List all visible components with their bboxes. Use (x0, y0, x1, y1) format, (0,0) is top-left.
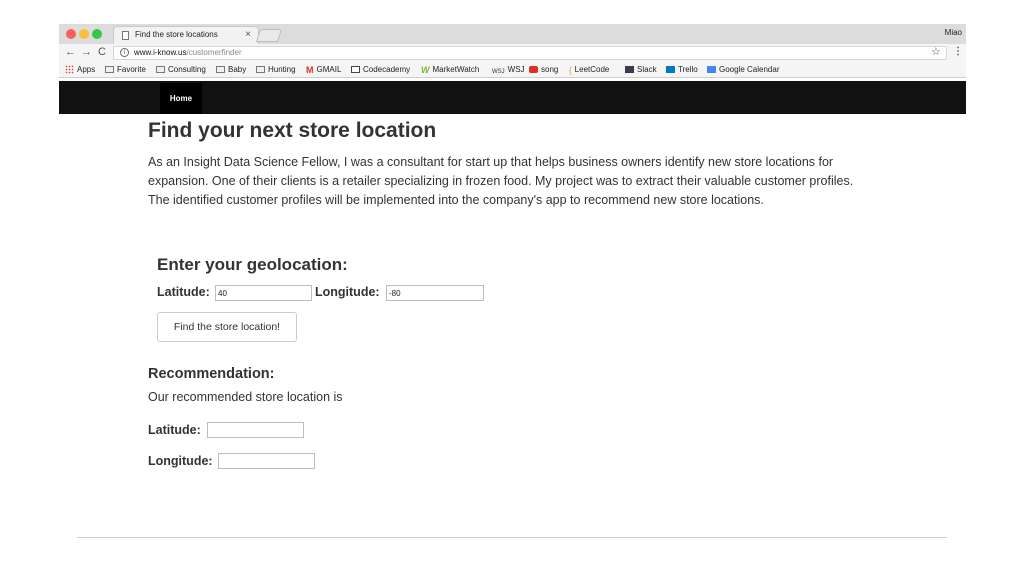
maximize-window-button[interactable] (92, 29, 102, 39)
youtube-icon (529, 66, 538, 73)
tab-title: Find the store locations (135, 30, 218, 39)
bookmark-label: Codecademy (363, 65, 411, 74)
bookmark-star-icon[interactable]: ☆ (931, 45, 941, 58)
trello-icon (666, 66, 675, 73)
bookmark-label: Favorite (117, 65, 146, 74)
new-tab-button[interactable] (255, 29, 283, 42)
web-page: Home Find your next store location As an… (59, 79, 966, 538)
window-bottom-edge (77, 537, 947, 538)
google-calendar-icon (707, 66, 716, 73)
back-arrow-icon[interactable]: ← (65, 46, 76, 59)
folder-icon (156, 66, 165, 73)
folder-icon (256, 66, 265, 73)
marketwatch-icon: W (421, 65, 430, 75)
profile-name[interactable]: Miao (945, 28, 962, 37)
nav-home-link[interactable]: Home (160, 83, 202, 114)
bookmark-label: MarketWatch (432, 65, 480, 74)
recommended-latitude-label: Latitude: (148, 423, 201, 437)
url-path: /customerfinder (186, 48, 242, 57)
address-bar-row: ← → C i www.i-know.us/customerfinder ☆ ⋮ (59, 44, 966, 62)
latitude-input[interactable] (215, 285, 312, 301)
leetcode-icon: { (569, 66, 572, 75)
bookmark-label: Trello (678, 65, 698, 74)
folder-icon (216, 66, 225, 73)
page-title: Find your next store location (148, 119, 437, 142)
apps-icon (65, 65, 74, 74)
browser-tab[interactable]: Find the store locations × (113, 26, 259, 44)
intro-paragraph: As an Insight Data Science Fellow, I was… (148, 155, 854, 207)
bookmark-label: Apps (77, 65, 96, 74)
recommendation-heading: Recommendation: (148, 366, 275, 382)
bookmark-gmail[interactable]: M GMAIL (306, 65, 341, 75)
forward-arrow-icon[interactable]: → (81, 46, 92, 59)
bookmark-consulting[interactable]: Consulting (156, 65, 206, 75)
url-host: www.i-know.us (134, 48, 187, 57)
bookmark-favorite[interactable]: Favorite (105, 65, 146, 75)
bookmark-slack[interactable]: Slack (625, 65, 657, 75)
bookmark-label: GMAIL (316, 65, 342, 74)
bookmark-wsj[interactable]: WSJ WSJ (492, 65, 525, 75)
bookmark-codecademy[interactable]: Codecademy (351, 65, 410, 75)
site-navbar: Home (59, 81, 966, 114)
bookmark-label: LeetCode (574, 65, 610, 74)
geolocation-heading: Enter your geolocation: (157, 255, 348, 274)
minimize-window-button[interactable] (79, 29, 89, 39)
latitude-label: Latitude: (157, 285, 210, 299)
bookmark-label: song (541, 65, 559, 74)
longitude-label: Longitude: (315, 285, 380, 299)
url-input[interactable]: i www.i-know.us/customerfinder (113, 46, 947, 60)
bookmark-leetcode[interactable]: {LeetCode (569, 65, 609, 75)
info-icon[interactable]: i (120, 48, 129, 57)
bookmark-label: Consulting (168, 65, 206, 74)
slack-icon (625, 66, 634, 73)
document-icon (122, 31, 129, 40)
codecademy-icon (351, 66, 360, 73)
folder-icon (105, 66, 114, 73)
recommendation-text: Our recommended store location is (148, 390, 343, 404)
bookmark-label: WSJ (507, 65, 525, 74)
bookmark-hunting[interactable]: Hunting (256, 65, 296, 75)
screenshot-stage: Find the store locations × Miao ← → C i … (0, 0, 1024, 576)
gmail-icon: M (306, 65, 314, 75)
bookmark-label: Slack (637, 65, 657, 74)
close-window-button[interactable] (66, 29, 76, 39)
tab-bar: Find the store locations × Miao (59, 24, 966, 44)
browser-menu-icon[interactable]: ⋮ (953, 46, 963, 57)
recommended-longitude-label: Longitude: (148, 454, 213, 468)
bookmark-trello[interactable]: Trello (666, 65, 698, 75)
tab-close-icon[interactable]: × (245, 29, 251, 40)
longitude-input[interactable] (386, 285, 484, 301)
bookmark-label: Baby (228, 65, 247, 74)
bookmark-apps[interactable]: Apps (65, 65, 95, 75)
url-text: www.i-know.us/customerfinder (134, 48, 242, 57)
recommended-longitude-output[interactable] (218, 453, 315, 469)
bookmark-google-calendar[interactable]: Google Calendar (707, 65, 779, 75)
bookmarks-bar: Apps Favorite Consulting Baby Hunting MG… (59, 62, 966, 78)
bookmark-label: Hunting (268, 65, 296, 74)
find-store-location-button[interactable]: Find the store location! (157, 312, 297, 342)
bookmark-marketwatch[interactable]: W MarketWatch (421, 65, 479, 75)
bookmark-label: Google Calendar (719, 65, 780, 74)
recommended-latitude-output[interactable] (207, 422, 304, 438)
bookmark-baby[interactable]: Baby (216, 65, 246, 75)
bookmark-song[interactable]: song (529, 65, 558, 75)
reload-icon[interactable]: C (98, 46, 106, 59)
browser-window: Find the store locations × Miao ← → C i … (59, 24, 966, 538)
wsj-icon: WSJ (492, 69, 505, 75)
